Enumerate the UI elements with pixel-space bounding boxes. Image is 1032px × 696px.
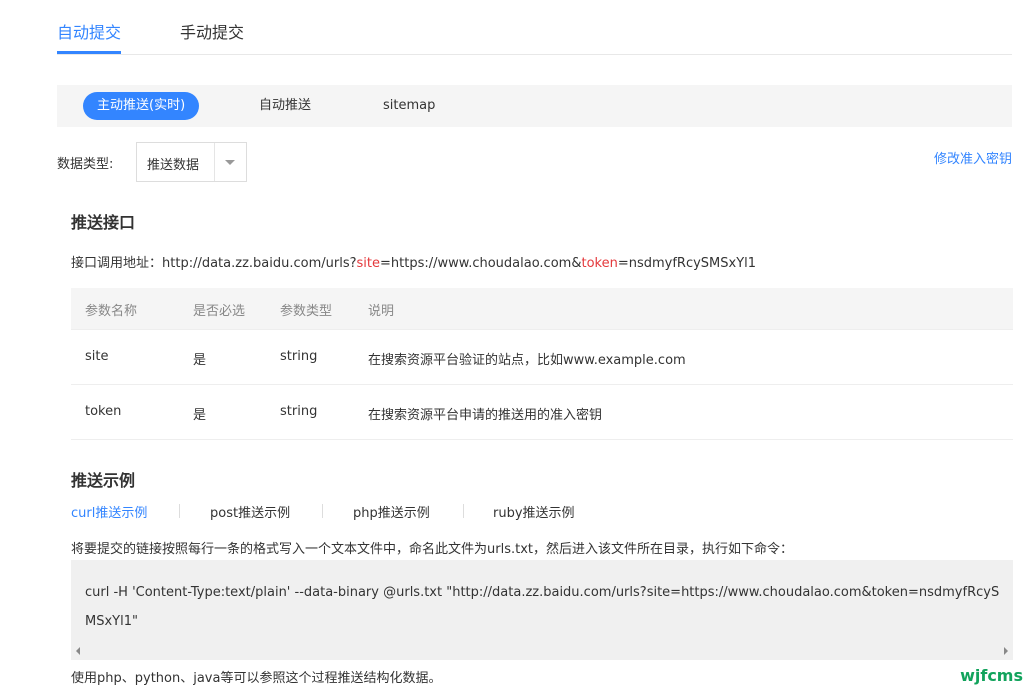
tab-separator [463,504,464,518]
tab-auto-push[interactable]: 自动推送 [259,92,311,120]
api-param-site: site [356,256,380,271]
select-divider [214,143,215,181]
watermark: wjfcms [960,666,1023,685]
header-param-name: 参数名称 [85,304,138,319]
tab-auto-submit[interactable]: 自动提交 [57,19,121,43]
cell-required: 是 [193,353,207,368]
tab-manual-submit[interactable]: 手动提交 [180,19,244,43]
cell-param-name: token [85,404,122,419]
top-tabs: 自动提交 手动提交 [57,0,1012,55]
header-description: 说明 [368,304,395,319]
example-tabs: curl推送示例 post推送示例 php推送示例 ruby推送示例 [71,502,631,522]
table-header: 参数名称 是否必选 参数类型 说明 [71,288,1013,330]
data-type-value: 推送数据 [147,158,200,173]
tab-separator [322,504,323,518]
chevron-down-icon[interactable] [225,160,235,165]
code-block[interactable]: curl -H 'Content-Type:text/plain' --data… [71,560,1013,660]
params-table: 参数名称 是否必选 参数类型 说明 site 是 string 在搜索资源平台验… [71,288,1013,440]
table-row: site 是 string 在搜索资源平台验证的站点，比如www.example… [71,330,1013,385]
push-example-title: 推送示例 [71,471,136,490]
header-required: 是否必选 [193,304,246,319]
modify-key-link[interactable]: 修改准入密钥 [934,148,1012,167]
tab-curl-example[interactable]: curl推送示例 [71,502,147,521]
push-api-title: 推送接口 [71,213,136,232]
tab-sitemap[interactable]: sitemap [383,92,435,120]
scroll-left-icon[interactable] [76,647,80,655]
api-url-label: 接口调用地址： [71,256,163,271]
cell-description: 在搜索资源平台验证的站点，比如www.example.com [368,353,686,368]
cell-required: 是 [193,408,207,423]
footer-note: 使用php、python、java等可以参照这个过程推送结构化数据。 [71,671,442,686]
tab-post-example[interactable]: post推送示例 [210,502,290,521]
tab-active-push[interactable]: 主动推送(实时) [83,92,200,120]
tab-php-example[interactable]: php推送示例 [353,502,430,521]
api-url-line: 接口调用地址：http://data.zz.baidu.com/urls?sit… [71,252,756,271]
api-url-part3: =nsdmyfRcySMSxYl1 [617,256,757,271]
cell-param-type: string [280,349,318,364]
curl-command: curl -H 'Content-Type:text/plain' --data… [85,585,1000,629]
cell-param-type: string [280,404,318,419]
push-method-nav: 主动推送(实时) 自动推送 sitemap [57,85,1012,127]
cell-param-name: site [85,349,109,364]
tab-separator [179,504,180,518]
data-type-select[interactable]: 推送数据 [136,142,247,182]
cell-description: 在搜索资源平台申请的推送用的准入密钥 [368,408,603,423]
tab-ruby-example[interactable]: ruby推送示例 [493,502,575,521]
api-url-part1: http://data.zz.baidu.com/urls? [162,256,357,271]
scroll-right-icon[interactable] [1004,647,1008,655]
api-url-part2: =https://www.choudalao.com& [380,256,582,271]
active-tab-underline [57,51,121,54]
example-description: 将要提交的链接按照每行一条的格式写入一个文本文件中，命名此文件为urls.txt… [71,542,793,557]
data-type-label: 数据类型: [57,157,114,172]
table-row: token 是 string 在搜索资源平台申请的推送用的准入密钥 [71,385,1013,440]
api-param-token: token [581,256,618,271]
header-param-type: 参数类型 [280,304,333,319]
